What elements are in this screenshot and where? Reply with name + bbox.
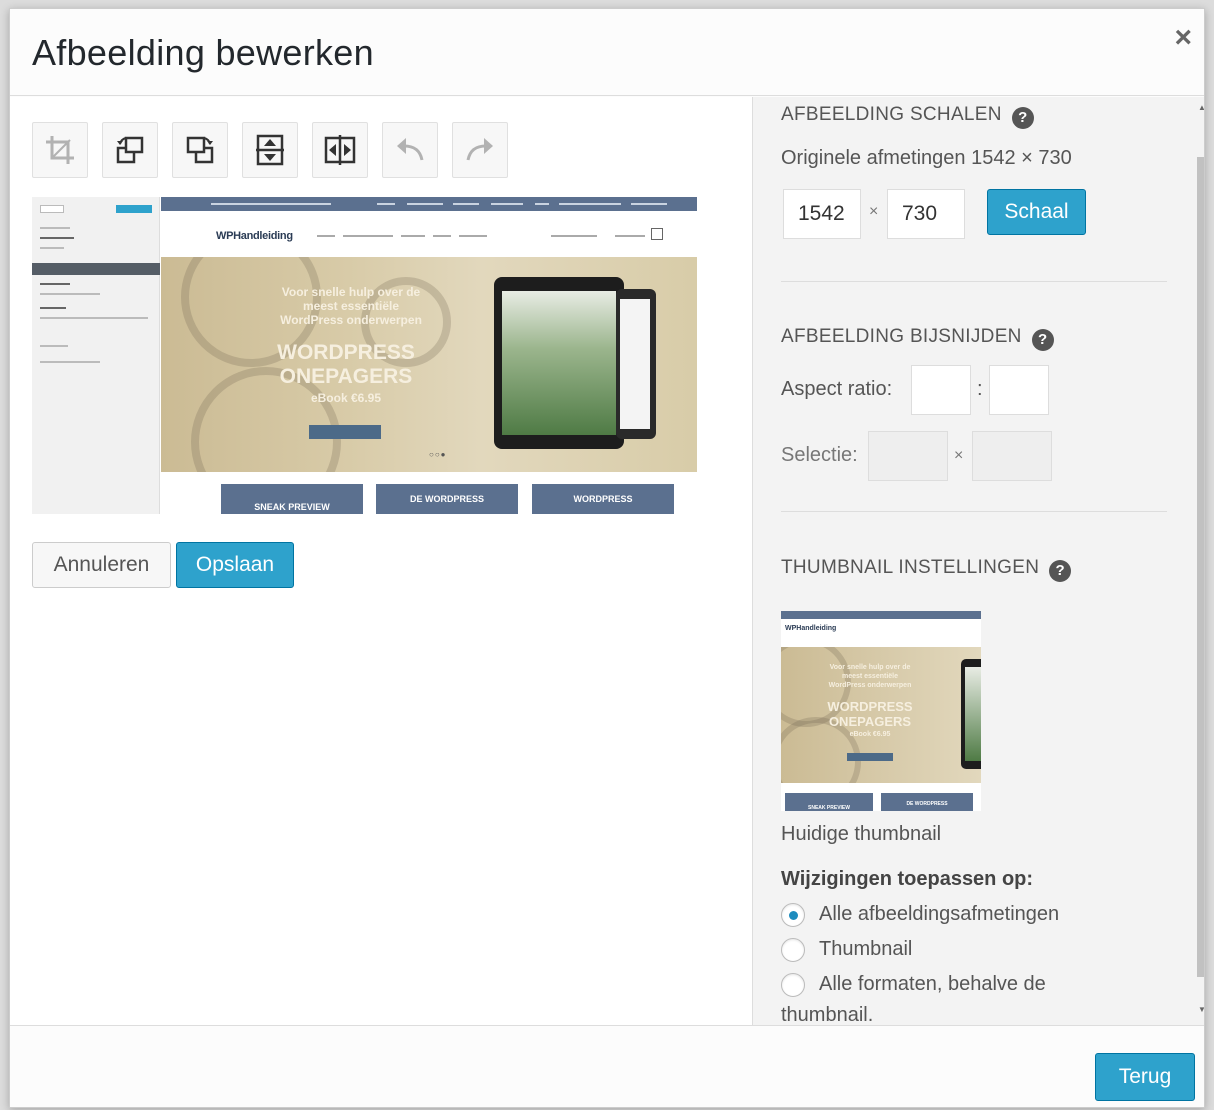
thumbnail-tile: DE WORDPRESS bbox=[881, 793, 973, 811]
flip-horizontal-icon bbox=[324, 135, 356, 165]
scroll-down-icon[interactable]: ▼ bbox=[1198, 1005, 1204, 1014]
preview-hero-price: eBook €6.95 bbox=[310, 391, 382, 405]
preview-hero-line2: meest essentiële bbox=[302, 299, 400, 313]
preview-tile: SNEAK PREVIEW bbox=[221, 484, 363, 514]
selection-height-input[interactable] bbox=[972, 431, 1052, 481]
edit-area: WPHandleiding Voor snelle hulp over de m… bbox=[10, 97, 752, 1025]
preview-hero-line3: WordPress onderwerpen bbox=[280, 313, 422, 327]
rotate-left-button[interactable] bbox=[102, 122, 158, 178]
thumbnail-line1: Voor snelle hulp over de bbox=[829, 664, 911, 671]
undo-button[interactable] bbox=[382, 122, 438, 178]
aspect-ratio-width-input[interactable] bbox=[911, 365, 971, 415]
help-icon[interactable]: ? bbox=[1031, 329, 1054, 351]
undo-icon bbox=[397, 138, 424, 161]
apply-all-sizes-label[interactable]: Alle afbeeldingsafmetingen bbox=[819, 903, 1059, 926]
preview-tablet bbox=[494, 277, 624, 449]
aspect-ratio-height-input[interactable] bbox=[989, 365, 1049, 415]
apply-to-label: Wijzigingen toepassen op: bbox=[781, 868, 1034, 890]
scale-height-input[interactable] bbox=[887, 189, 965, 239]
settings-panel[interactable]: Afbeelding schalen? Originele afmetingen… bbox=[752, 97, 1204, 1025]
selection-width-input[interactable] bbox=[868, 431, 948, 481]
thumbnail-price: eBook €6.95 bbox=[849, 731, 891, 738]
thumbnail-logo: WPHandleiding bbox=[785, 625, 837, 632]
preview-topbar bbox=[161, 197, 697, 211]
preview-hero-button bbox=[309, 425, 381, 439]
thumbnail-caption: Huidige thumbnail bbox=[781, 823, 942, 845]
image-preview[interactable]: WPHandleiding Voor snelle hulp over de m… bbox=[32, 197, 697, 514]
dialog-footer: Terug bbox=[10, 1025, 1204, 1107]
preview-hero: Voor snelle hulp over de meest essentiël… bbox=[161, 257, 697, 472]
crop-section-title: Afbeelding bijsnijden? bbox=[781, 326, 1054, 351]
apply-all-except-thumbnail-radio[interactable] bbox=[781, 973, 805, 997]
preview-tile: DE WORDPRESS bbox=[376, 484, 518, 514]
preview-sidebar bbox=[32, 197, 160, 514]
scale-width-input[interactable] bbox=[783, 189, 861, 239]
preview-hero-big2: ONEPAGERS bbox=[279, 365, 413, 388]
original-dimensions: Originele afmetingen 1542 × 730 bbox=[781, 147, 1072, 169]
close-icon[interactable]: × bbox=[1174, 23, 1192, 53]
redo-icon bbox=[466, 138, 493, 161]
preview-hero-big1: WORDPRESS bbox=[277, 341, 415, 364]
help-icon[interactable]: ? bbox=[1011, 107, 1034, 129]
thumbnail-section-title: Thumbnail instellingen? bbox=[781, 557, 1072, 582]
thumbnail-big2: ONEPAGERS bbox=[828, 714, 912, 729]
preview-nav: WPHandleiding bbox=[161, 211, 697, 257]
help-icon[interactable]: ? bbox=[1049, 560, 1072, 582]
scale-section-title: Afbeelding schalen? bbox=[781, 104, 1034, 129]
save-button[interactable]: Opslaan bbox=[176, 542, 294, 588]
panel-scrollbar[interactable]: ▲ ▼ bbox=[1197, 97, 1204, 1025]
aspect-ratio-label: Aspect ratio: bbox=[781, 378, 893, 400]
selection-label: Selectie: bbox=[781, 444, 858, 466]
preview-hero-line1: Voor snelle hulp over de bbox=[281, 285, 421, 299]
flip-vertical-button[interactable] bbox=[242, 122, 298, 178]
current-thumbnail: WPHandleiding Voor snelle hulp over de m… bbox=[781, 611, 981, 811]
rotate-left-icon bbox=[116, 136, 144, 164]
apply-all-sizes-radio[interactable] bbox=[781, 903, 805, 927]
back-button[interactable]: Terug bbox=[1095, 1053, 1195, 1101]
thumbnail-big1: WORDPRESS bbox=[827, 699, 913, 714]
rotate-right-button[interactable] bbox=[172, 122, 228, 178]
scale-button[interactable]: Schaal bbox=[987, 189, 1086, 235]
dialog-title: Afbeelding bewerken bbox=[32, 32, 374, 73]
apply-thumbnail-label[interactable]: Thumbnail bbox=[819, 938, 912, 961]
thumbnail-line3: WordPress onderwerpen bbox=[828, 682, 912, 689]
image-edit-dialog: Afbeelding bewerken × WPHandleiding Voor… bbox=[9, 8, 1205, 1108]
scroll-up-icon[interactable]: ▲ bbox=[1198, 103, 1204, 112]
crop-icon bbox=[46, 136, 74, 164]
scrollbar-thumb[interactable] bbox=[1197, 157, 1204, 977]
rotate-right-icon bbox=[186, 136, 214, 164]
crop-button[interactable] bbox=[32, 122, 88, 178]
preview-tile: WORDPRESS bbox=[532, 484, 674, 514]
thumbnail-tile: SNEAK PREVIEW bbox=[785, 793, 873, 811]
apply-all-except-thumbnail-label[interactable]: Alle formaten, behalve de bbox=[819, 973, 1046, 996]
thumbnail-line2: meest essentiële bbox=[841, 673, 899, 680]
preview-logo: WPHandleiding bbox=[216, 230, 293, 242]
apply-thumbnail-radio[interactable] bbox=[781, 938, 805, 962]
cancel-button[interactable]: Annuleren bbox=[32, 542, 171, 588]
flip-horizontal-button[interactable] bbox=[312, 122, 368, 178]
redo-button[interactable] bbox=[452, 122, 508, 178]
dialog-header: Afbeelding bewerken × bbox=[10, 9, 1204, 96]
flip-vertical-icon bbox=[256, 134, 284, 166]
apply-all-except-thumbnail-label-cont[interactable]: thumbnail. bbox=[781, 1004, 873, 1025]
